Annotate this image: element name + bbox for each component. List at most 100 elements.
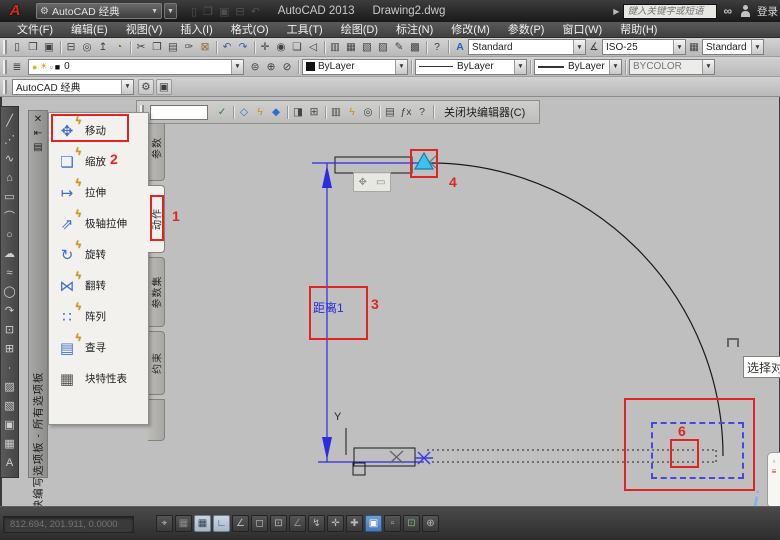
object-snap-tracking-toggle[interactable]: ∠ xyxy=(289,515,306,532)
plot-style-combo[interactable]: BYCOLOR ▼ xyxy=(629,58,715,75)
menu-window[interactable]: 窗口(W) xyxy=(553,22,611,38)
arc-icon[interactable]: ⌒ xyxy=(2,206,18,225)
annotation-monitor-toggle[interactable]: ⊕ xyxy=(422,515,439,532)
search-binoculars-icon[interactable]: ∞ xyxy=(723,4,732,18)
3d-dwf-icon[interactable]: ◔ xyxy=(111,39,127,55)
autocad-logo-icon[interactable]: A xyxy=(4,2,26,20)
dim-style-combo[interactable]: ISO-25 ▼ xyxy=(602,39,686,55)
polygon-icon[interactable]: ⌂ xyxy=(2,168,18,187)
menu-edit[interactable]: 编辑(E) xyxy=(62,22,117,38)
workspace-quick-combo[interactable]: AutoCAD 经典 ⚙ AutoCAD 经典 ▼ xyxy=(36,3,162,19)
redo-icon[interactable]: ↷ xyxy=(235,39,251,55)
qat-new-icon[interactable]: ▯ xyxy=(191,5,197,18)
spline-icon[interactable]: ≈ xyxy=(2,263,18,282)
block-name-field[interactable] xyxy=(150,104,208,120)
circle-icon[interactable]: ○ xyxy=(2,225,18,244)
plot-preview-icon[interactable]: ◎ xyxy=(79,39,95,55)
toolbar-grip[interactable] xyxy=(3,40,7,54)
plot-icon[interactable]: ⊟ xyxy=(63,39,79,55)
polyline-icon[interactable]: ∿ xyxy=(2,149,18,168)
zoom-window-icon[interactable]: ❏ xyxy=(289,39,305,55)
toolbar-grip[interactable] xyxy=(3,79,7,94)
workspace-settings-icon[interactable]: ⚙ xyxy=(138,78,154,95)
markup-set-manager-icon[interactable]: ✎ xyxy=(391,39,407,55)
tool-palette-edge[interactable]: ▫ ≡ xyxy=(767,452,780,508)
block-table-icon[interactable]: ⊞ xyxy=(306,104,322,120)
cut-icon[interactable]: ✂ xyxy=(133,39,149,55)
tab-constraints[interactable]: 约束 xyxy=(148,331,165,395)
dynamic-input-toggle[interactable]: ✛ xyxy=(327,515,344,532)
parameter-icon[interactable]: ◇ xyxy=(236,104,252,120)
zoom-previous-icon[interactable]: ◁ xyxy=(305,39,321,55)
menu-view[interactable]: 视图(V) xyxy=(117,22,172,38)
block-editor-icon[interactable]: ⊠ xyxy=(197,39,213,55)
menu-parametric[interactable]: 参数(P) xyxy=(499,22,554,38)
insert-block-icon[interactable]: ⊡ xyxy=(2,320,18,339)
gradient-icon[interactable]: ▧ xyxy=(2,396,18,415)
action-icon[interactable]: ϟ xyxy=(252,104,268,120)
workspace-combo[interactable]: AutoCAD 经典 ▼ xyxy=(12,78,134,95)
linetype-combo[interactable]: ByLayer ▼ xyxy=(415,58,527,75)
revision-cloud-icon[interactable]: ☁ xyxy=(2,244,18,263)
match-properties-icon[interactable]: ✑ xyxy=(181,39,197,55)
ellipse-icon[interactable]: ◯ xyxy=(2,282,18,301)
ortho-mode-toggle[interactable]: ∟ xyxy=(213,515,230,532)
polar-tracking-toggle[interactable]: ∠ xyxy=(232,515,249,532)
sign-in-button[interactable]: 登录 xyxy=(757,4,778,19)
selection-cycling-toggle[interactable]: ⊡ xyxy=(403,515,420,532)
new-icon[interactable]: ▯ xyxy=(9,39,25,55)
menu-insert[interactable]: 插入(I) xyxy=(171,22,221,38)
paste-icon[interactable]: ▤ xyxy=(165,39,181,55)
authoring-palettes-icon[interactable]: ▥ xyxy=(328,104,344,120)
tab-parameter-sets[interactable]: 参数集 xyxy=(148,257,165,327)
tab-parameters[interactable]: 参数 xyxy=(148,115,165,181)
infer-constraints-toggle[interactable]: ⌖ xyxy=(156,515,173,532)
table-icon[interactable]: ▦ xyxy=(2,434,18,453)
close-block-editor-button[interactable]: 关闭块编辑器(C) xyxy=(437,104,532,120)
text-style-icon[interactable]: A xyxy=(452,39,468,55)
block-help-icon[interactable]: ? xyxy=(414,104,430,120)
ellipse-arc-icon[interactable]: ↷ xyxy=(2,301,18,320)
lineweight-combo[interactable]: ByLayer ▼ xyxy=(534,58,622,75)
zoom-realtime-icon[interactable]: ◉ xyxy=(273,39,289,55)
menu-format[interactable]: 格式(O) xyxy=(222,22,278,38)
save-icon[interactable]: ▣ xyxy=(41,39,57,55)
undo-icon[interactable]: ↶ xyxy=(219,39,235,55)
tool-palettes-icon[interactable]: ▧ xyxy=(359,39,375,55)
palette-item-polar-stretch[interactable]: ⇗ ϟ 极轴拉伸 xyxy=(49,208,148,239)
open-icon[interactable]: ❒ xyxy=(25,39,41,55)
construction-line-icon[interactable]: ⋰ xyxy=(2,130,18,149)
layer-previous-icon[interactable]: ⊘ xyxy=(279,59,295,75)
hatch-icon[interactable]: ▨ xyxy=(2,377,18,396)
palette-item-block-table[interactable]: ▦ ϟ 块特性表 xyxy=(49,363,148,394)
action-parameters-icon[interactable]: ϟ xyxy=(344,104,360,120)
sheet-set-manager-icon[interactable]: ▨ xyxy=(375,39,391,55)
palette-item-flip[interactable]: ⋈ ϟ 翻转 xyxy=(49,270,148,301)
table-style-combo[interactable]: Standard ▼ xyxy=(702,39,764,55)
menu-draw[interactable]: 绘图(D) xyxy=(332,22,387,38)
workspace-flyout-button[interactable]: ▼ xyxy=(164,3,177,19)
publish-icon[interactable]: ↥ xyxy=(95,39,111,55)
point-icon[interactable]: ∙ xyxy=(2,358,18,377)
lineweight-toggle[interactable]: ✚ xyxy=(346,515,363,532)
attribute-definition-icon[interactable]: ◨ xyxy=(290,104,306,120)
user-person-icon[interactable] xyxy=(740,5,751,17)
qat-save-icon[interactable]: ▣ xyxy=(219,5,229,18)
palette-item-rotate[interactable]: ↻ ϟ 旋转 xyxy=(49,239,148,270)
text-style-combo[interactable]: Standard ▼ xyxy=(468,39,586,55)
mtext-icon[interactable]: A xyxy=(2,453,18,472)
visibility-icon[interactable]: ◎ xyxy=(360,104,376,120)
menu-dimension[interactable]: 标注(N) xyxy=(387,22,442,38)
dim-style-icon[interactable]: ∡ xyxy=(586,39,602,55)
make-block-icon[interactable]: ⊞ xyxy=(2,339,18,358)
qat-open-icon[interactable]: ❒ xyxy=(203,5,213,18)
qat-undo-icon[interactable]: ↶ xyxy=(251,5,260,18)
rectangle-icon[interactable]: ▭ xyxy=(2,187,18,206)
toolbar-grip[interactable] xyxy=(3,59,7,74)
make-object-layer-icon[interactable]: ⊜ xyxy=(247,59,263,75)
save-block-icon[interactable]: ✓ xyxy=(214,104,230,120)
snap-mode-toggle[interactable]: ▦ xyxy=(175,515,192,532)
transparency-toggle[interactable]: ▣ xyxy=(365,515,382,532)
properties-menu-icon[interactable]: ▤ xyxy=(29,142,47,153)
palette-item-stretch[interactable]: ↦ ϟ 拉伸 xyxy=(49,177,148,208)
